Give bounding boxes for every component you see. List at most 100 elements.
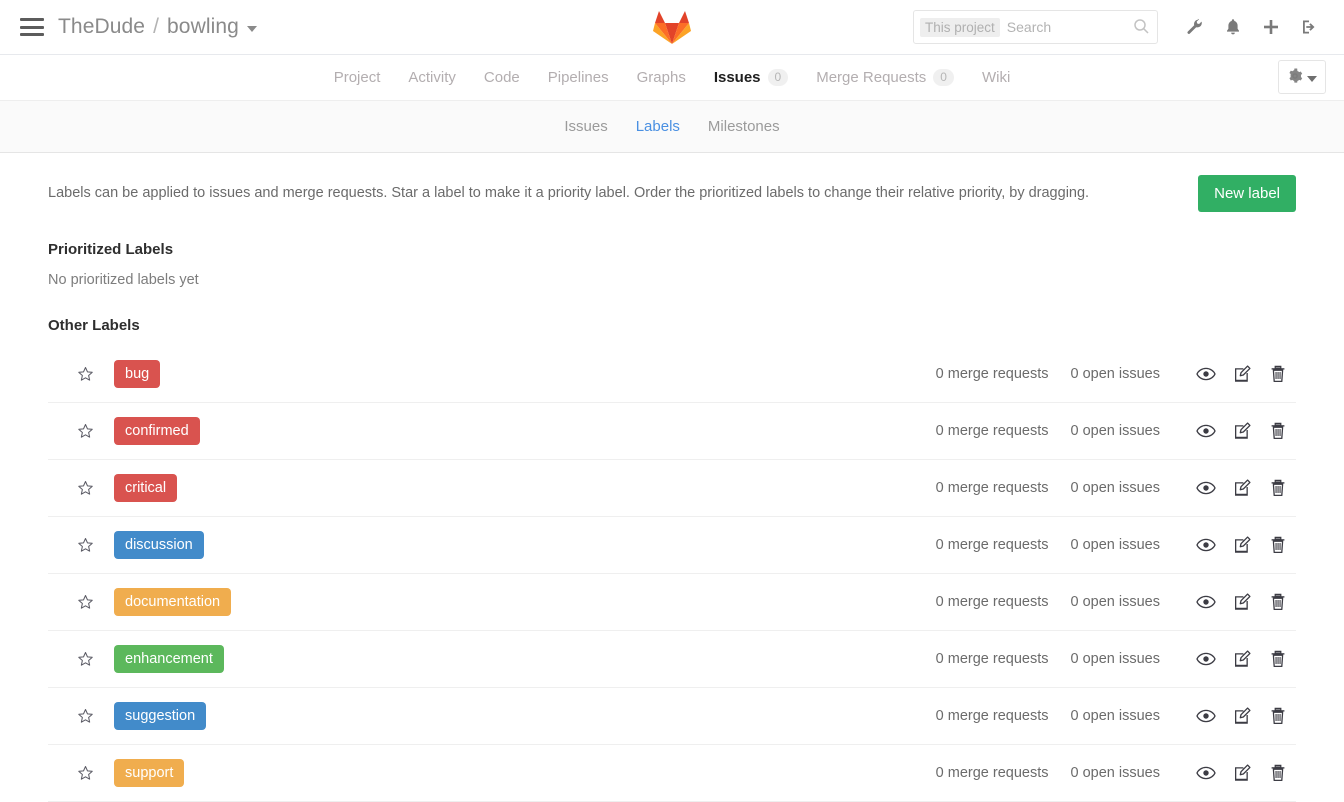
edit-icon[interactable] xyxy=(1224,473,1260,503)
delete-icon[interactable] xyxy=(1260,701,1296,731)
nav-item-wiki[interactable]: Wiki xyxy=(968,69,1024,86)
other-labels-title: Other Labels xyxy=(48,317,140,334)
prioritized-labels-title: Prioritized Labels xyxy=(48,241,174,258)
edit-icon[interactable] xyxy=(1224,359,1260,389)
nav-item-merge-requests[interactable]: Merge Requests 0 xyxy=(802,68,968,87)
delete-icon[interactable] xyxy=(1260,530,1296,560)
star-outline-icon[interactable] xyxy=(74,420,96,442)
subscribe-icon[interactable] xyxy=(1188,473,1224,503)
edit-icon[interactable] xyxy=(1224,530,1260,560)
edit-icon[interactable] xyxy=(1224,587,1260,617)
breadcrumb-project[interactable]: bowling xyxy=(167,15,239,39)
subscribe-icon[interactable] xyxy=(1188,530,1224,560)
edit-icon[interactable] xyxy=(1224,644,1260,674)
row-actions: 0 merge requests 0 open issues xyxy=(936,530,1296,560)
open-issues-link[interactable]: 0 open issues xyxy=(1071,708,1160,724)
chevron-down-icon[interactable] xyxy=(246,26,257,32)
delete-icon[interactable] xyxy=(1260,758,1296,788)
label-chip[interactable]: enhancement xyxy=(114,644,224,674)
open-issues-link[interactable]: 0 open issues xyxy=(1071,765,1160,781)
subscribe-icon[interactable] xyxy=(1188,587,1224,617)
open-issues-link[interactable]: 0 open issues xyxy=(1071,366,1160,382)
delete-icon[interactable] xyxy=(1260,359,1296,389)
star-outline-icon[interactable] xyxy=(74,762,96,784)
search-icon[interactable] xyxy=(1133,18,1149,37)
label-chip[interactable]: critical xyxy=(114,473,178,503)
nav-item-label: Pipelines xyxy=(547,69,609,86)
label-chip[interactable]: confirmed xyxy=(114,416,200,446)
star-outline-icon[interactable] xyxy=(74,648,96,670)
table-row: support 0 merge requests 0 open issues xyxy=(48,745,1296,802)
edit-icon[interactable] xyxy=(1224,758,1260,788)
edit-icon[interactable] xyxy=(1224,701,1260,731)
row-actions: 0 merge requests 0 open issues xyxy=(936,359,1296,389)
merge-requests-link[interactable]: 0 merge requests xyxy=(936,765,1049,781)
top-navbar: TheDude / bowling This project xyxy=(0,0,1344,55)
nav-item-pipelines[interactable]: Pipelines xyxy=(534,69,623,86)
star-outline-icon[interactable] xyxy=(74,705,96,727)
label-chip[interactable]: documentation xyxy=(114,587,232,617)
nav-item-label: Merge Requests xyxy=(816,69,927,86)
breadcrumb[interactable]: TheDude / bowling xyxy=(58,15,257,39)
label-chip[interactable]: discussion xyxy=(114,530,204,560)
nav-item-issues[interactable]: Issues 0 xyxy=(700,68,802,87)
open-issues-link[interactable]: 0 open issues xyxy=(1071,651,1160,667)
nav-item-project[interactable]: Project xyxy=(320,69,395,86)
star-outline-icon[interactable] xyxy=(74,477,96,499)
sub-nav-item-milestones[interactable]: Milestones xyxy=(694,118,794,135)
search-box[interactable]: This project xyxy=(913,10,1158,44)
nav-item-graphs[interactable]: Graphs xyxy=(623,69,700,86)
star-outline-icon[interactable] xyxy=(74,363,96,385)
subscribe-icon[interactable] xyxy=(1188,701,1224,731)
merge-requests-link[interactable]: 0 merge requests xyxy=(936,651,1049,667)
row-actions: 0 merge requests 0 open issues xyxy=(936,416,1296,446)
label-chip[interactable]: support xyxy=(114,758,185,788)
star-outline-icon[interactable] xyxy=(74,591,96,613)
merge-requests-link[interactable]: 0 merge requests xyxy=(936,594,1049,610)
label-chip[interactable]: bug xyxy=(114,359,161,389)
main-content: Labels can be applied to issues and merg… xyxy=(0,153,1344,802)
edit-icon[interactable] xyxy=(1224,416,1260,446)
bell-icon[interactable] xyxy=(1214,7,1252,47)
subscribe-icon[interactable] xyxy=(1188,416,1224,446)
search-scope-badge[interactable]: This project xyxy=(920,17,1000,37)
nav-item-code[interactable]: Code xyxy=(470,69,534,86)
delete-icon[interactable] xyxy=(1260,416,1296,446)
open-issues-link[interactable]: 0 open issues xyxy=(1071,594,1160,610)
sub-nav-item-issues[interactable]: Issues xyxy=(550,118,621,135)
breadcrumb-namespace[interactable]: TheDude xyxy=(58,15,145,39)
subscribe-icon[interactable] xyxy=(1188,644,1224,674)
sign-out-icon[interactable] xyxy=(1290,7,1328,47)
sub-nav-item-labels[interactable]: Labels xyxy=(622,118,694,135)
delete-icon[interactable] xyxy=(1260,473,1296,503)
new-label-button[interactable]: New label xyxy=(1198,175,1296,212)
merge-requests-link[interactable]: 0 merge requests xyxy=(936,480,1049,496)
nav-item-label: Wiki xyxy=(981,69,1011,86)
other-labels-list: bug 0 merge requests 0 open issues confi… xyxy=(48,346,1296,802)
subscribe-icon[interactable] xyxy=(1188,359,1224,389)
merge-requests-link[interactable]: 0 merge requests xyxy=(936,366,1049,382)
delete-icon[interactable] xyxy=(1260,587,1296,617)
delete-icon[interactable] xyxy=(1260,644,1296,674)
open-issues-link[interactable]: 0 open issues xyxy=(1071,480,1160,496)
plus-icon[interactable] xyxy=(1252,7,1290,47)
open-issues-link[interactable]: 0 open issues xyxy=(1071,423,1160,439)
row-actions: 0 merge requests 0 open issues xyxy=(936,644,1296,674)
star-outline-icon[interactable] xyxy=(74,534,96,556)
merge-requests-link[interactable]: 0 merge requests xyxy=(936,708,1049,724)
search-input[interactable] xyxy=(999,18,1133,36)
hamburger-icon[interactable] xyxy=(20,18,44,36)
table-row: enhancement 0 merge requests 0 open issu… xyxy=(48,631,1296,688)
merge-requests-link[interactable]: 0 merge requests xyxy=(936,423,1049,439)
subscribe-icon[interactable] xyxy=(1188,758,1224,788)
wrench-icon[interactable] xyxy=(1176,7,1214,47)
gitlab-logo[interactable] xyxy=(645,2,699,52)
navbar-right: This project xyxy=(913,7,1328,47)
merge-requests-link[interactable]: 0 merge requests xyxy=(936,537,1049,553)
row-actions: 0 merge requests 0 open issues xyxy=(936,701,1296,731)
project-settings-button[interactable] xyxy=(1278,60,1326,94)
open-issues-link[interactable]: 0 open issues xyxy=(1071,537,1160,553)
table-row: suggestion 0 merge requests 0 open issue… xyxy=(48,688,1296,745)
label-chip[interactable]: suggestion xyxy=(114,701,207,731)
nav-item-activity[interactable]: Activity xyxy=(394,69,470,86)
